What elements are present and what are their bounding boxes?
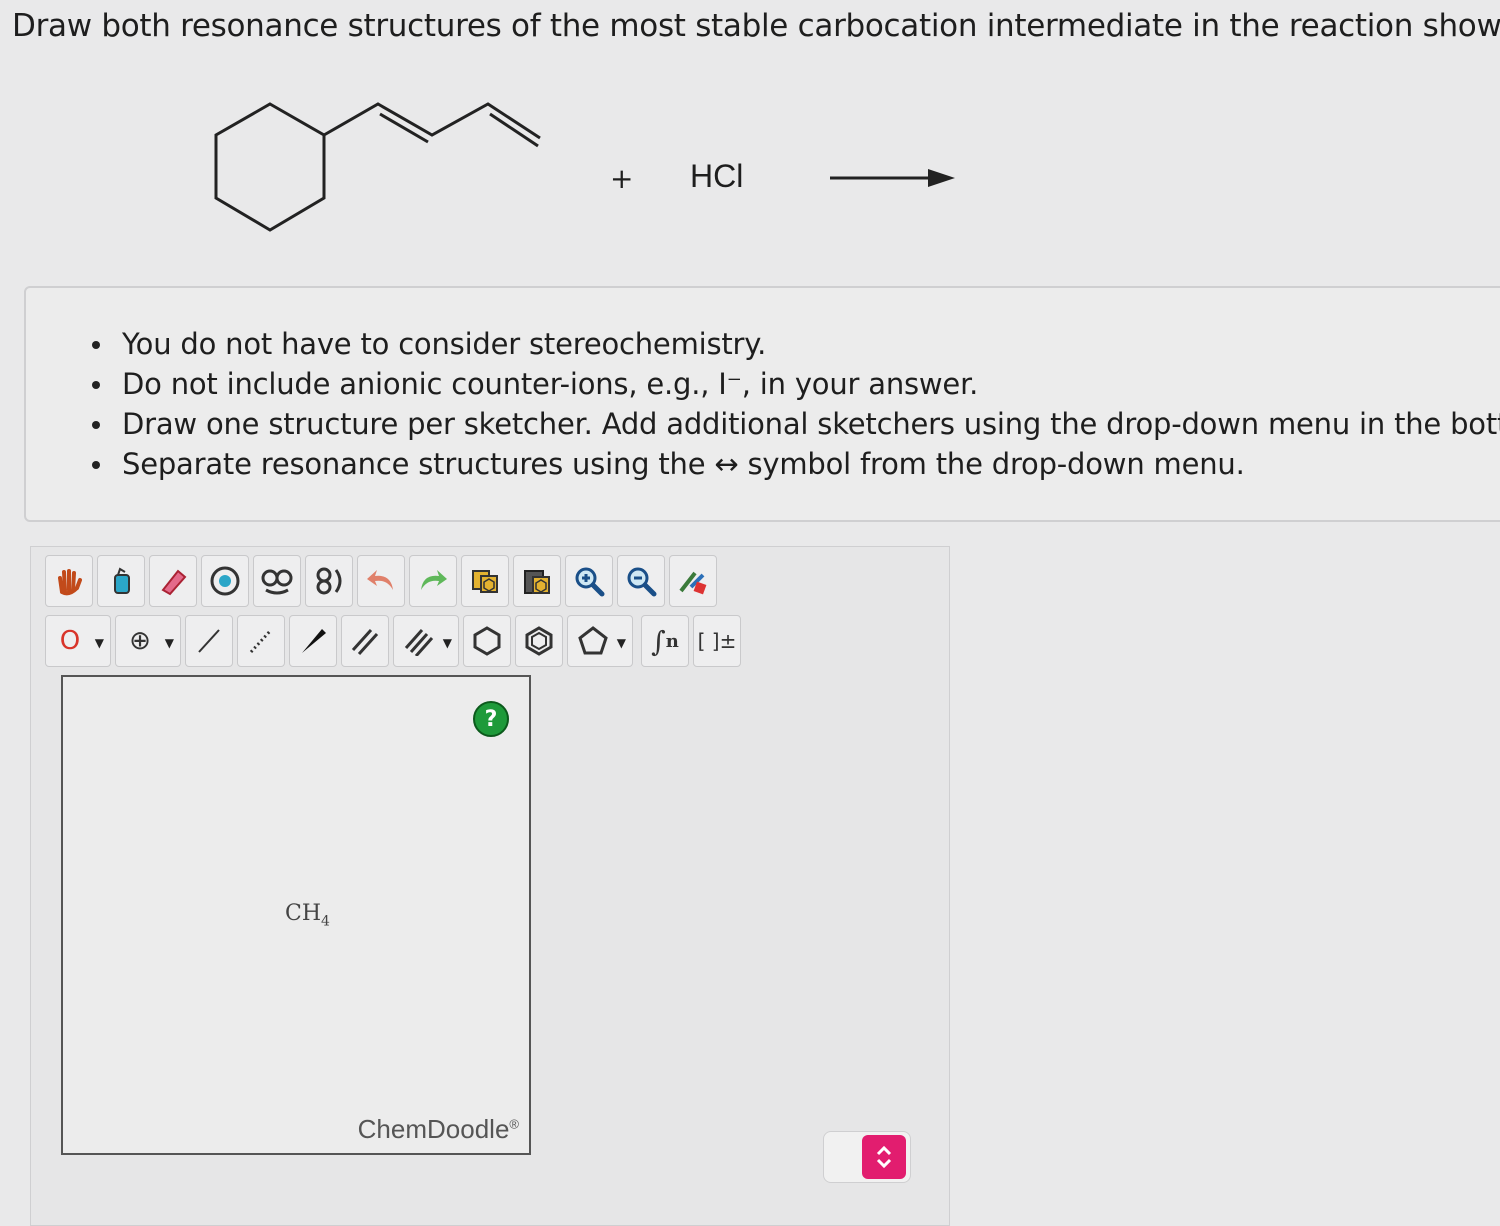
bracket-label: [ ]±	[697, 629, 737, 653]
plus-sign: +	[610, 162, 634, 195]
chevron-down-icon: ▼	[616, 636, 626, 650]
atom-label: O	[59, 626, 81, 656]
eraser-icon[interactable]	[149, 555, 197, 607]
help-button[interactable]: ?	[473, 701, 509, 737]
sketcher-panel: O ▼ ⊕ ▼ ▼ ▼ ∫ n [ ]± ? CH4 ChemDoodle®	[30, 546, 950, 1226]
dashed-bond-icon[interactable]	[237, 615, 285, 667]
reagent-hcl: HCl	[690, 158, 744, 194]
hexagon-ring-icon[interactable]	[463, 615, 511, 667]
ring-template-2-icon[interactable]	[253, 555, 301, 607]
question-text: Draw both resonance structures of the mo…	[12, 8, 1500, 44]
brand-text: ChemDoodle	[357, 1114, 510, 1144]
toolbar-row-2: O ▼ ⊕ ▼ ▼ ▼ ∫ n [ ]±	[45, 615, 741, 667]
instruction-item: You do not have to consider stereochemis…	[92, 324, 1500, 364]
reactant-structure	[214, 102, 955, 232]
canvas-atom[interactable]: CH4	[285, 901, 330, 929]
sketcher-stepper	[823, 1131, 911, 1183]
copy-icon[interactable]	[461, 555, 509, 607]
chevron-down-icon: ▼	[164, 636, 174, 650]
chevron-down-icon: ▼	[94, 636, 104, 650]
bracket-charge-button[interactable]: [ ]±	[693, 615, 741, 667]
pentagon-ring-icon[interactable]: ▼	[567, 615, 633, 667]
instruction-item: Do not include anionic counter-ions, e.g…	[92, 364, 1500, 404]
paste-icon[interactable]	[513, 555, 561, 607]
wedge-bond-icon[interactable]	[289, 615, 337, 667]
clean-icon[interactable]	[669, 555, 717, 607]
charge-label: ⊕	[129, 626, 151, 656]
instruction-item: Separate resonance structures using the …	[92, 444, 1500, 484]
instructions-list: You do not have to consider stereochemis…	[26, 288, 1500, 484]
sgroup-label: n	[665, 630, 679, 652]
reaction-scheme: + HCl	[200, 80, 980, 260]
chemdoodle-logo: ChemDoodle®	[358, 1114, 519, 1145]
sgroup-button[interactable]: ∫ n	[641, 615, 689, 667]
sketcher-canvas[interactable]: ? CH4 ChemDoodle®	[61, 675, 531, 1155]
ring-template-3-icon[interactable]	[305, 555, 353, 607]
brand-mark: ®	[509, 1116, 519, 1132]
undo-icon[interactable]	[357, 555, 405, 607]
zoom-out-icon[interactable]	[617, 555, 665, 607]
lasso-icon[interactable]	[97, 555, 145, 607]
atom-selector-button[interactable]: O ▼	[45, 615, 111, 667]
charge-button[interactable]: ⊕ ▼	[115, 615, 181, 667]
triple-bond-icon[interactable]: ▼	[393, 615, 459, 667]
toolbar-row-1	[45, 555, 717, 607]
chevron-down-icon: ▼	[442, 636, 452, 650]
ring-template-icon[interactable]	[201, 555, 249, 607]
atom-symbol: CH	[285, 901, 322, 926]
redo-icon[interactable]	[409, 555, 457, 607]
zoom-in-icon[interactable]	[565, 555, 613, 607]
hand-icon[interactable]	[45, 555, 93, 607]
atom-subscript: 4	[321, 913, 330, 930]
single-bond-icon[interactable]	[185, 615, 233, 667]
up-down-chevron-icon[interactable]	[862, 1135, 906, 1179]
double-bond-icon[interactable]	[341, 615, 389, 667]
instruction-item: Draw one structure per sketcher. Add add…	[92, 404, 1500, 444]
benzene-ring-icon[interactable]	[515, 615, 563, 667]
instructions-box: You do not have to consider stereochemis…	[24, 286, 1500, 522]
